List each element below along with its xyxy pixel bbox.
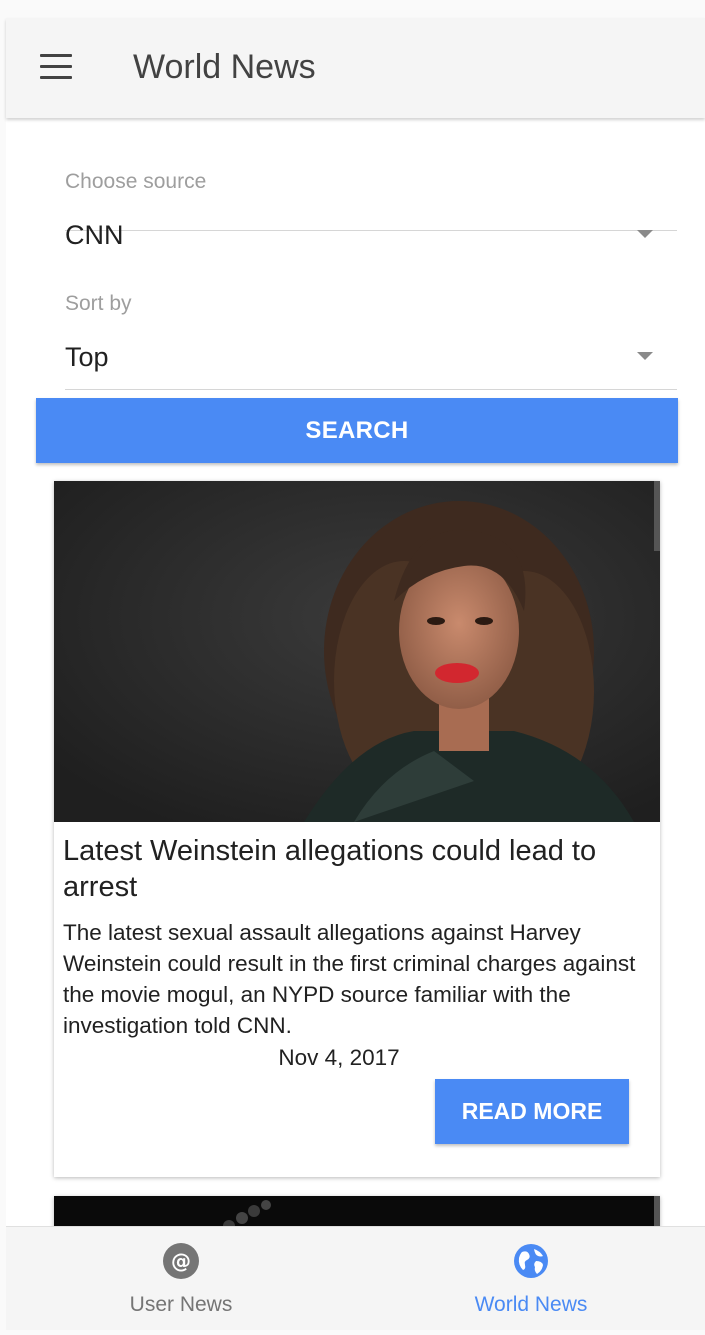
portrait-photo-icon (54, 481, 660, 822)
article-date: Nov 4, 2017 (278, 1045, 400, 1070)
main-content[interactable]: Choose source CNN Sort by Top SEARCH Lat… (6, 118, 705, 1226)
sort-value: Top (65, 342, 109, 372)
article-card-next[interactable] (54, 1196, 660, 1226)
search-button[interactable]: SEARCH (36, 398, 678, 463)
bottom-navigation: @ User News World News (6, 1226, 705, 1330)
article-image[interactable] (54, 481, 660, 822)
sort-label: Sort by (65, 292, 132, 315)
app-root: World News Choose source CNN Sort by Top… (0, 0, 705, 1335)
nav-label-world-news: World News (474, 1293, 588, 1316)
app-bar: World News (6, 18, 705, 118)
source-select[interactable]: Choose source CNN (65, 118, 677, 250)
hamburger-menu-icon[interactable] (38, 54, 74, 82)
svg-text:@: @ (171, 1249, 191, 1273)
nav-item-user-news[interactable]: @ User News (6, 1227, 356, 1330)
page-title: World News (133, 48, 316, 86)
dropdown-arrow-icon (637, 352, 653, 360)
nav-label-user-news: User News (129, 1293, 233, 1316)
at-sign-icon: @ (163, 1243, 199, 1279)
source-label: Choose source (65, 170, 207, 193)
read-more-button[interactable]: READ MORE (435, 1079, 629, 1144)
article-title[interactable]: Latest Weinstein allegations could lead … (63, 833, 653, 905)
article-description: The latest sexual assault allegations ag… (63, 920, 636, 1038)
article-card: Latest Weinstein allegations could lead … (54, 481, 660, 1177)
nav-item-world-news[interactable]: World News (356, 1227, 705, 1330)
photo-icon (54, 1196, 660, 1226)
globe-icon (514, 1244, 548, 1278)
dropdown-arrow-icon (637, 230, 653, 238)
sort-select[interactable]: Sort by Top (65, 240, 677, 390)
